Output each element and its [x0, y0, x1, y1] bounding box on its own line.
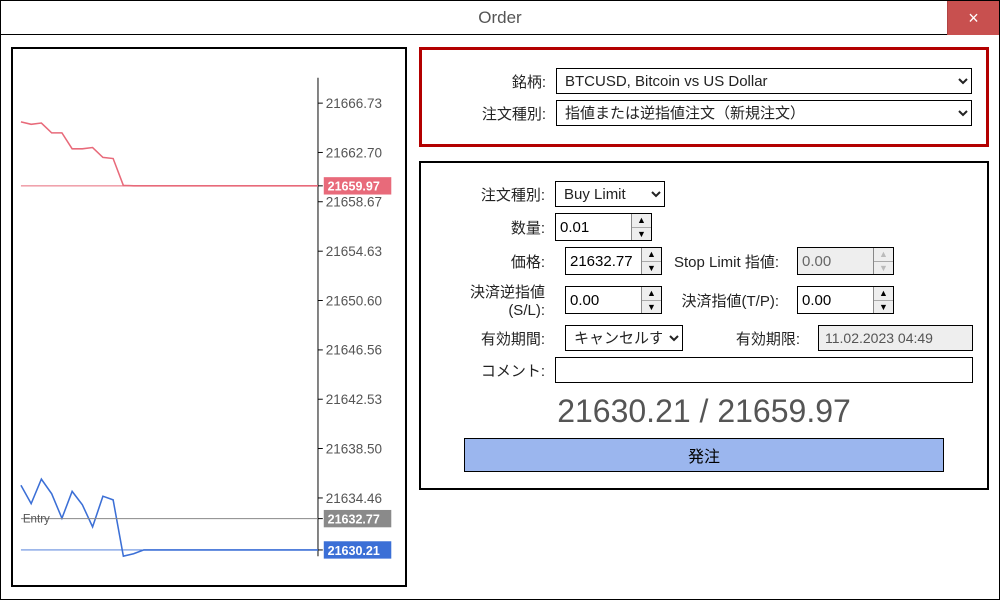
symbol-box: 銘柄: BTCUSD, Bitcoin vs US Dollar 注文種別: 指… [419, 47, 989, 147]
down-icon[interactable]: ▼ [642, 301, 661, 314]
chart-panel: 21666.73 21662.70 21659.9721658.67 21654.63… [11, 47, 407, 587]
quote-display: 21630.21 / 21659.97 [435, 393, 973, 430]
ordertype-select[interactable]: 指値または逆指値注文（新規注文） [556, 100, 972, 126]
svg-text:21646.56: 21646.56 [326, 343, 382, 358]
submit-button[interactable]: 発注 [464, 438, 944, 472]
up-icon[interactable]: ▲ [642, 248, 661, 262]
svg-text:21630.21: 21630.21 [328, 544, 380, 558]
ordertype-label: 注文種別: [436, 103, 556, 124]
svg-text:21654.63: 21654.63 [326, 244, 382, 259]
svg-text:21642.53: 21642.53 [326, 392, 382, 407]
close-button[interactable]: × [947, 1, 999, 35]
subtype-select[interactable]: Buy Limit [555, 181, 665, 207]
expiry-type-select[interactable]: キャンセルするまで [565, 325, 683, 351]
stoplimit-spinner: ▲▼ [797, 247, 894, 275]
up-icon[interactable]: ▲ [642, 287, 661, 301]
expiry-type-label: 有効期間: [435, 328, 555, 349]
stoplimit-label: Stop Limit 指値: [672, 251, 787, 272]
body: 21666.7321662.7021659.9721658.6721654.63… [1, 35, 999, 599]
sl-label: 決済逆指値(S/L): [435, 281, 555, 319]
price-input[interactable] [566, 248, 641, 274]
down-icon[interactable]: ▼ [874, 301, 893, 314]
ask-price: 21659.97 [717, 393, 850, 429]
svg-text:21638.50: 21638.50 [326, 441, 382, 456]
tp-spinner[interactable]: ▲▼ [797, 286, 894, 314]
order-window: Order × 21666.7321662.7021659.9721658.67… [0, 0, 1000, 600]
up-icon: ▲ [874, 248, 893, 262]
form-panel: 銘柄: BTCUSD, Bitcoin vs US Dollar 注文種別: 指… [419, 47, 989, 587]
expiry-date: 11.02.2023 04:49 [818, 325, 973, 351]
sl-input[interactable] [566, 287, 641, 313]
down-icon[interactable]: ▼ [632, 228, 651, 241]
stoplimit-input [798, 248, 873, 274]
expiry-label: 有効期限: [693, 328, 808, 349]
bid-price: 21630.21 [557, 393, 690, 429]
price-spinner[interactable]: ▲▼ [565, 247, 662, 275]
order-details-box: 注文種別: Buy Limit 数量: ▲▼ 価格: ▲▼ Stop Limit… [419, 161, 989, 490]
up-icon[interactable]: ▲ [632, 214, 651, 228]
subtype-label: 注文種別: [435, 184, 555, 205]
comment-input[interactable] [555, 357, 973, 383]
volume-input[interactable] [556, 214, 631, 240]
svg-text:21659.97: 21659.97 [328, 180, 380, 194]
sl-spinner[interactable]: ▲▼ [565, 286, 662, 314]
tp-label: 決済指値(T/P): [672, 290, 787, 311]
symbol-select[interactable]: BTCUSD, Bitcoin vs US Dollar [556, 68, 972, 94]
svg-text:21666.73: 21666.73 [326, 96, 382, 111]
down-icon[interactable]: ▼ [642, 262, 661, 275]
svg-text:21662.70: 21662.70 [326, 145, 382, 160]
svg-text:21634.46: 21634.46 [326, 491, 382, 506]
down-icon: ▼ [874, 262, 893, 275]
up-icon[interactable]: ▲ [874, 287, 893, 301]
volume-label: 数量: [435, 217, 555, 238]
price-label: 価格: [435, 251, 555, 272]
svg-text:21658.67: 21658.67 [326, 195, 382, 210]
svg-text:21650.60: 21650.60 [326, 293, 382, 308]
tp-input[interactable] [798, 287, 873, 313]
close-icon: × [968, 8, 979, 29]
volume-spinner[interactable]: ▲▼ [555, 213, 652, 241]
svg-text:21632.77: 21632.77 [328, 512, 380, 526]
svg-text:Entry: Entry [23, 513, 50, 525]
window-title: Order [478, 8, 521, 28]
price-chart: 21666.73 21662.70 21659.9721658.67 21654.63… [19, 55, 399, 579]
symbol-label: 銘柄: [436, 71, 556, 92]
titlebar: Order × [1, 1, 999, 35]
comment-label: コメント: [435, 360, 555, 381]
